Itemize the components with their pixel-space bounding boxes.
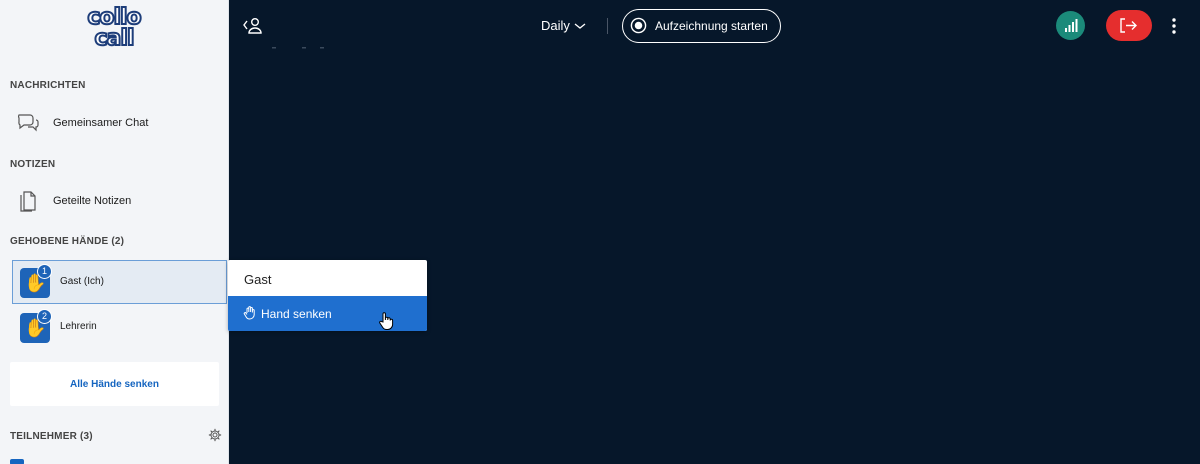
hand-order-badge: 1 xyxy=(37,264,52,279)
hand-order-badge: 2 xyxy=(37,309,52,324)
lower-all-hands-button[interactable]: Alle Hände senken xyxy=(10,362,219,406)
sidebar-item-label: Gemeinsamer Chat xyxy=(53,117,149,129)
menu-item-label: Hand senken xyxy=(261,307,332,321)
leave-call-button[interactable] xyxy=(1106,10,1152,41)
sidebar-item-shared-chat[interactable]: Gemeinsamer Chat xyxy=(0,106,228,140)
logo-line-1: collo xyxy=(86,5,142,30)
start-recording-button[interactable]: Aufzeichnung starten xyxy=(622,9,781,43)
logo-line-2: call xyxy=(94,26,136,51)
raised-hand-item-teacher[interactable]: ✋ 2 Lehrerin xyxy=(13,306,225,350)
context-menu-header: Gast xyxy=(244,272,272,287)
hand-pointer-cursor-icon xyxy=(379,312,394,331)
speech-bubbles-icon xyxy=(18,114,39,132)
avatar: ✋ 2 xyxy=(20,309,52,343)
notes-section-title: NOTIZEN xyxy=(10,159,56,170)
participant-name: Lehrerin xyxy=(60,321,97,332)
record-label: Aufzeichnung starten xyxy=(655,19,768,33)
lower-hand-menu-item[interactable]: Hand senken xyxy=(228,296,427,331)
room-title[interactable]: Daily xyxy=(541,18,570,33)
participant-name: Gast (Ich) xyxy=(60,276,104,287)
sidebar-item-shared-notes[interactable]: Geteilte Notizen xyxy=(0,184,228,218)
more-vertical-icon[interactable] xyxy=(1167,15,1181,37)
signal-strength-icon xyxy=(1065,19,1078,32)
avatar: ✋ 1 xyxy=(20,264,52,298)
toolbar-divider xyxy=(607,18,608,34)
record-icon xyxy=(630,17,647,34)
collocall-logo: collo call xyxy=(80,5,148,51)
chevron-down-icon[interactable] xyxy=(574,21,586,31)
raised-hand-item-guest[interactable]: ✋ 1 Gast (Ich) xyxy=(12,260,227,304)
participant-avatar-partial xyxy=(10,459,24,464)
exit-icon xyxy=(1120,18,1137,33)
raised-hand-icon xyxy=(243,306,255,320)
document-icon xyxy=(20,191,36,212)
participant-context-menu: Gast Hand senken xyxy=(228,260,427,331)
stage-artifact xyxy=(272,47,324,49)
sidebar-item-label: Geteilte Notizen xyxy=(53,195,132,207)
connection-quality-button[interactable] xyxy=(1056,11,1085,40)
user-panel-toggle-icon[interactable] xyxy=(241,14,263,36)
gear-icon[interactable] xyxy=(208,428,222,442)
participants-section-title: TEILNEHMER (3) xyxy=(10,431,93,442)
messages-section-title: NACHRICHTEN xyxy=(10,80,86,91)
raised-hands-section-title: GEHOBENE HÄNDE (2) xyxy=(10,236,125,247)
sidebar: collo call NACHRICHTEN Gemeinsamer Chat … xyxy=(0,0,229,464)
top-bar: Daily Aufzeichnung starten xyxy=(229,0,1200,52)
